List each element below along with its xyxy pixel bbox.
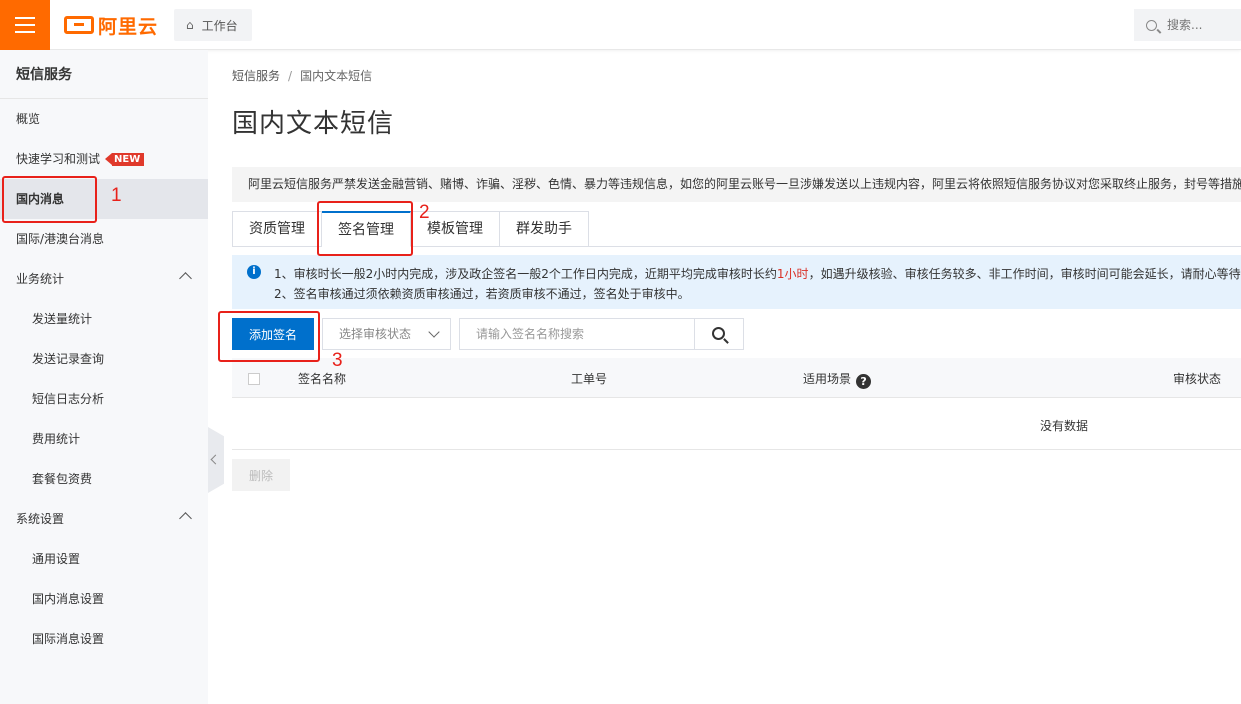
- info-tips: i 1、审核时长一般2小时内完成，涉及政企签名一般2个工作日内完成，近期平均完成…: [232, 255, 1241, 309]
- info-icon: i: [247, 265, 261, 279]
- chevron-up-icon: [179, 512, 192, 525]
- sidebar-item-label: 通用设置: [32, 552, 81, 566]
- logo-text: 阿里云: [98, 15, 159, 38]
- sidebar-title: 短信服务: [0, 50, 208, 99]
- aliyun-logo[interactable]: 阿里云: [64, 13, 159, 38]
- column-header-review-status: 审核状态: [1173, 372, 1222, 386]
- tip-text: ，如遇升级核验、审核任务较多、非工作时间，审核时间可能会延长，请耐心等待。: [808, 267, 1241, 281]
- table-empty-row: 没有数据: [232, 398, 1241, 450]
- annotation-number-2: 2: [419, 202, 430, 223]
- sidebar-item-label: 概览: [16, 112, 41, 126]
- signature-search-input[interactable]: [459, 318, 695, 350]
- sidebar-item-general-settings[interactable]: 通用设置: [0, 539, 208, 579]
- sidebar-group-business-stats[interactable]: 业务统计: [0, 259, 208, 299]
- empty-text: 没有数据: [1040, 419, 1089, 433]
- sidebar-group-system-settings[interactable]: 系统设置: [0, 499, 208, 539]
- sidebar-item-label: 国内消息设置: [32, 592, 105, 606]
- sidebar-item-label: 快速学习和测试: [16, 152, 101, 166]
- review-status-placeholder: 选择审核状态: [339, 327, 412, 341]
- breadcrumb-link-sms[interactable]: 短信服务: [232, 69, 280, 83]
- annotation-number-3: 3: [332, 350, 343, 371]
- sidebar-item-send-volume[interactable]: 发送量统计: [0, 299, 208, 339]
- sidebar-item-label: 国内消息: [16, 192, 65, 206]
- sidebar-item-label: 费用统计: [32, 432, 81, 446]
- sidebar-item-domestic-settings[interactable]: 国内消息设置: [0, 579, 208, 619]
- table-header: 签名名称 工单号 适用场景? 审核状态: [232, 358, 1241, 398]
- search-button[interactable]: [694, 318, 744, 350]
- sidebar-item-send-records[interactable]: 发送记录查询: [0, 339, 208, 379]
- home-icon: ⌂: [186, 18, 194, 32]
- sidebar-item-international-message[interactable]: 国际/港澳台消息: [0, 219, 208, 259]
- tab-bar: 资质管理 签名管理 模板管理 群发助手: [232, 211, 589, 247]
- sidebar-item-log-analysis[interactable]: 短信日志分析: [0, 379, 208, 419]
- sidebar-item-cost-stats[interactable]: 费用统计: [0, 419, 208, 459]
- sidebar-item-label: 套餐包资费: [32, 472, 93, 486]
- sidebar-item-label: 国际/港澳台消息: [16, 232, 105, 246]
- sidebar-item-label: 短信日志分析: [32, 392, 105, 406]
- hamburger-menu-icon[interactable]: [0, 0, 50, 50]
- column-header-label: 适用场景: [803, 372, 852, 386]
- tab-bulk-assistant[interactable]: 群发助手: [500, 211, 589, 247]
- top-bar: 阿里云 ⌂ 工作台: [0, 0, 1241, 50]
- tip-line-1: 1、审核时长一般2小时内完成，涉及政企签名一般2个工作日内完成，近期平均完成审核…: [248, 264, 1241, 284]
- sidebar-item-label: 发送量统计: [32, 312, 93, 326]
- workbench-label: 工作台: [201, 18, 238, 33]
- column-header-signature-name: 签名名称: [298, 372, 347, 386]
- sidebar-item-label: 国际消息设置: [32, 632, 105, 646]
- chevron-up-icon: [179, 272, 192, 285]
- chevron-down-icon: [428, 326, 440, 338]
- tab-signature[interactable]: 签名管理: [322, 211, 411, 247]
- review-status-select[interactable]: 选择审核状态: [322, 318, 451, 350]
- breadcrumb-current: 国内文本短信: [300, 69, 373, 83]
- tip-text: 1、审核时长一般2小时内完成，涉及政企签名一般2个工作日内完成，近期平均完成审核…: [274, 267, 777, 281]
- sidebar: 短信服务 概览 快速学习和测试 NEW 国内消息 国际/港澳台消息 业务统计 发送…: [0, 50, 208, 704]
- aliyun-logo-icon: [64, 16, 94, 34]
- search-icon: [1146, 19, 1157, 31]
- compliance-notice: 阿里云短信服务严禁发送金融营销、赌博、诈骗、淫秽、色情、暴力等违规信息，如您的阿…: [232, 167, 1241, 202]
- global-search[interactable]: [1134, 9, 1241, 41]
- search-icon: [712, 327, 725, 340]
- sidebar-item-quick-start[interactable]: 快速学习和测试 NEW: [0, 139, 208, 179]
- select-all-checkbox[interactable]: [248, 373, 260, 385]
- column-header-scenario: 适用场景?: [803, 370, 872, 389]
- global-search-input[interactable]: [1167, 18, 1227, 32]
- new-badge: NEW: [104, 153, 145, 166]
- delete-button[interactable]: 删除: [232, 459, 290, 491]
- tip-line-2: 2、签名审核通过须依赖资质审核通过，若资质审核不通过，签名处于审核中。: [274, 287, 690, 301]
- sidebar-item-overview[interactable]: 概览: [0, 99, 208, 139]
- sidebar-item-package-pricing[interactable]: 套餐包资费: [0, 459, 208, 499]
- chevron-left-icon: [210, 454, 221, 465]
- tab-qualification[interactable]: 资质管理: [232, 211, 322, 247]
- sidebar-collapse-handle[interactable]: [208, 427, 224, 493]
- annotation-number-1: 1: [111, 185, 122, 206]
- sidebar-item-domestic-message[interactable]: 国内消息: [0, 179, 208, 219]
- page-title: 国内文本短信: [232, 109, 395, 139]
- help-icon[interactable]: ?: [856, 374, 872, 389]
- tip-highlight: 1小时: [776, 267, 809, 281]
- sidebar-item-label: 发送记录查询: [32, 352, 105, 366]
- sidebar-item-label: 系统设置: [16, 512, 65, 526]
- add-signature-button[interactable]: 添加签名: [232, 318, 314, 350]
- sidebar-item-international-settings[interactable]: 国际消息设置: [0, 619, 208, 659]
- sidebar-item-label: 业务统计: [16, 272, 65, 286]
- workbench-button[interactable]: ⌂ 工作台: [174, 9, 252, 41]
- column-header-ticket-number: 工单号: [571, 372, 608, 386]
- breadcrumb-separator: /: [288, 69, 293, 83]
- breadcrumb: 短信服务 / 国内文本短信: [232, 67, 372, 84]
